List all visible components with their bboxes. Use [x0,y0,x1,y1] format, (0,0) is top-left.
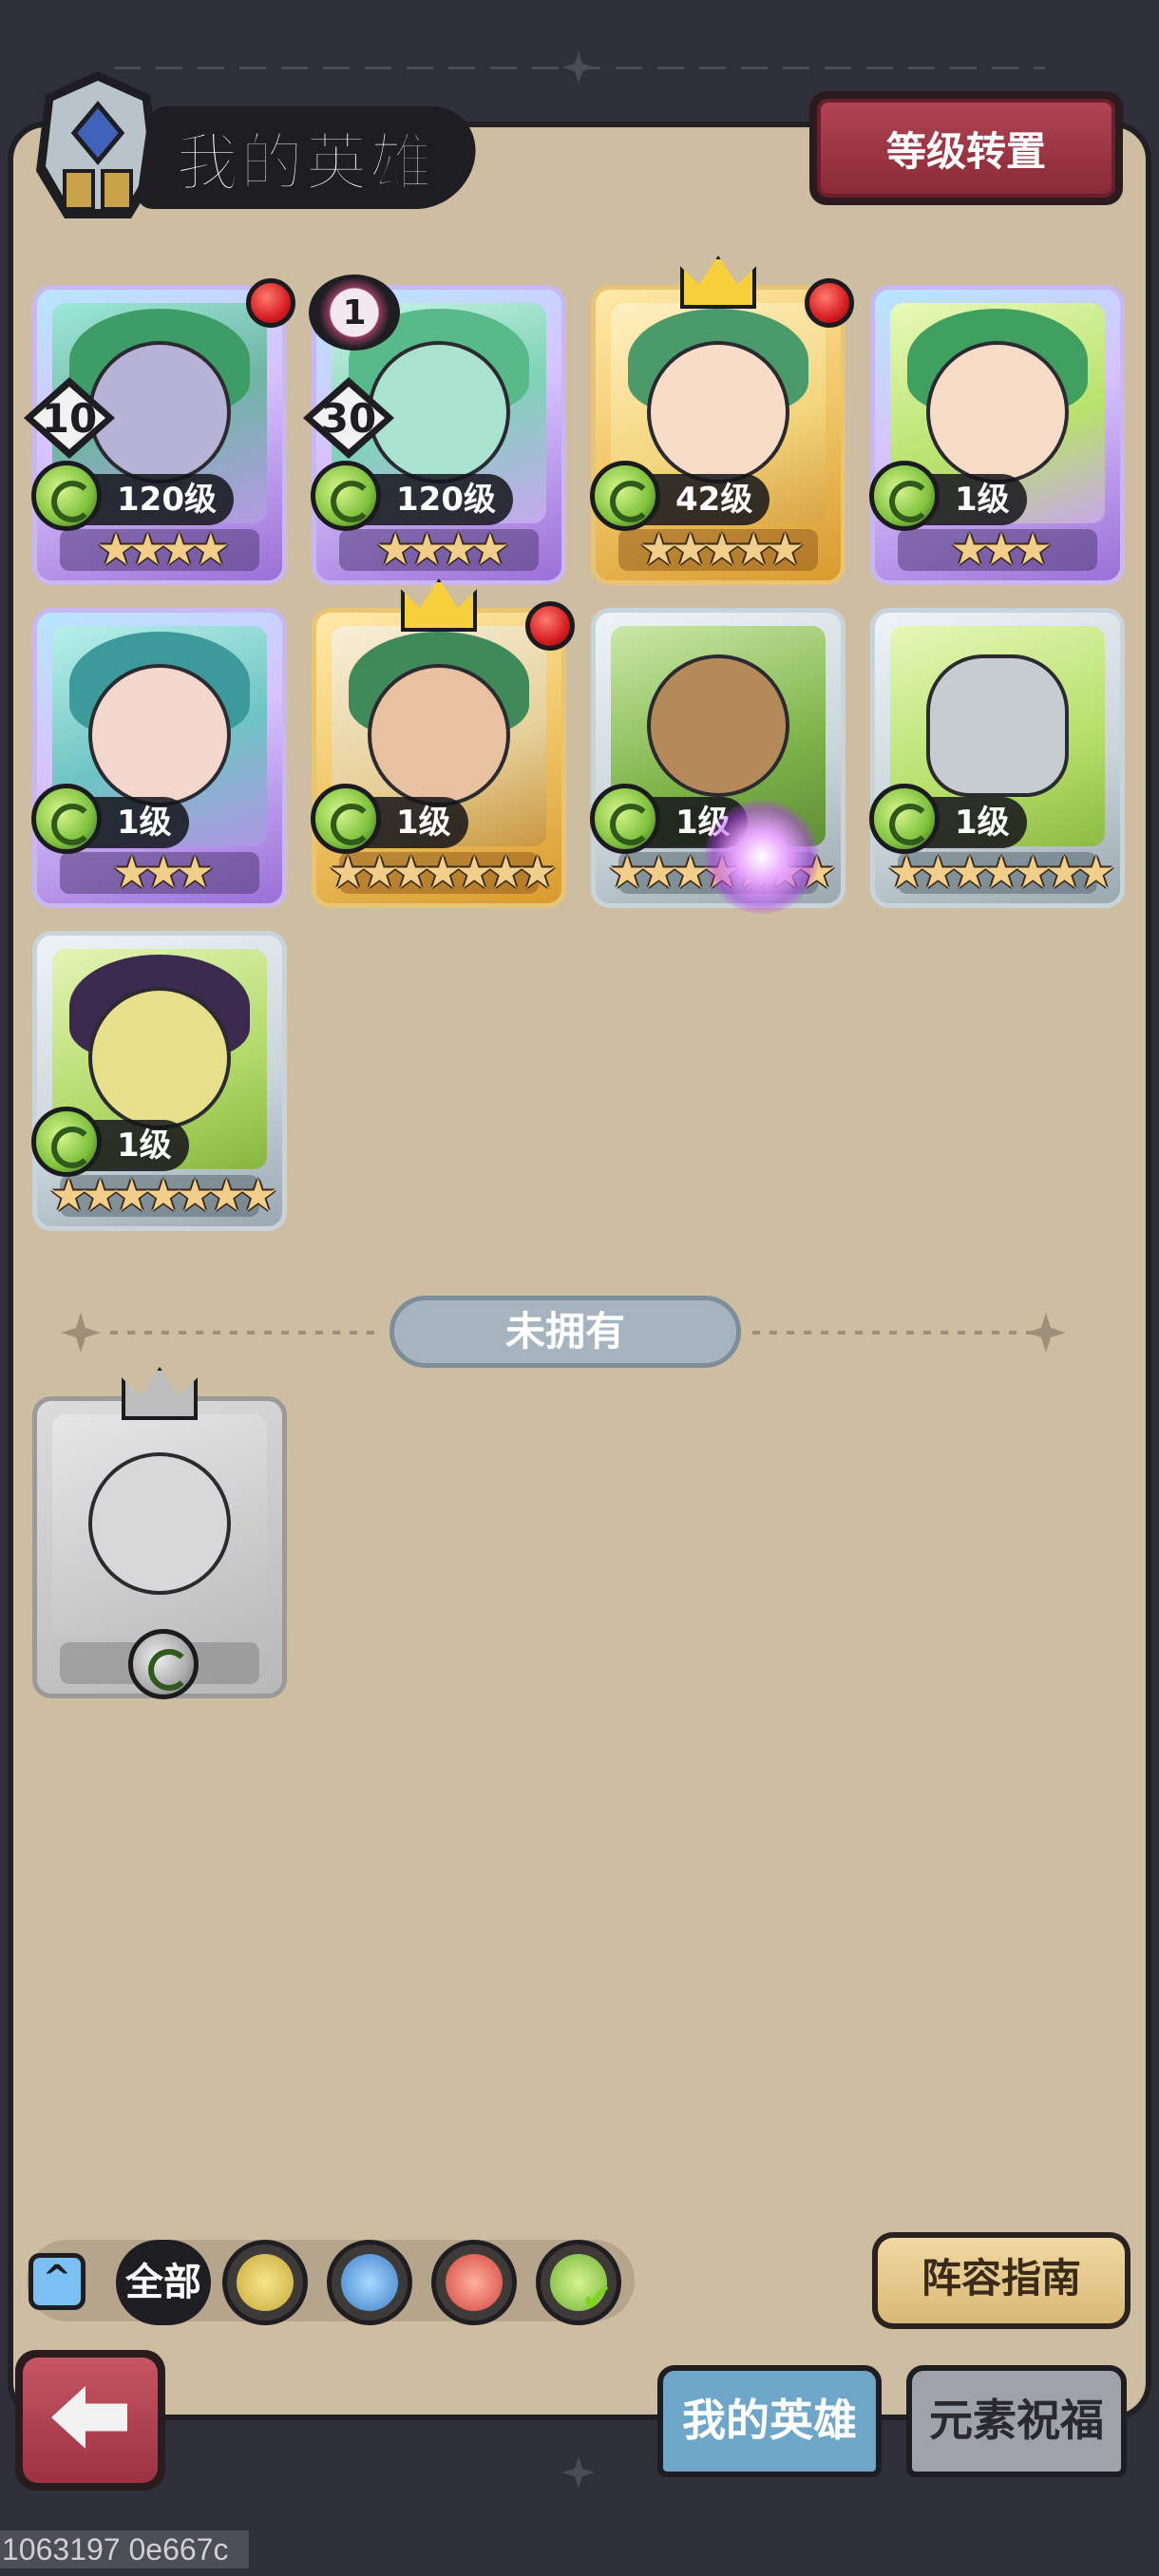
water-element-icon [341,2254,398,2311]
wind-element-icon [590,461,660,531]
wind-element-icon [869,784,940,854]
divider-line [110,1331,378,1335]
star-badge: 10 [24,377,115,459]
rank-badge: 1 [309,275,400,350]
hero-portrait [52,1414,267,1637]
filter-earth-button[interactable] [222,2240,308,2325]
hero-face [88,1452,231,1595]
back-arrow-icon [51,2386,127,2449]
star-badge: 30 [303,377,394,459]
hero-face [88,987,231,1129]
hero-card[interactable]: ★★★ 1级 [31,608,287,908]
upgrade-glow-effect [705,800,819,914]
lineup-guide-button[interactable]: 阵容指南 [872,2232,1130,2329]
watermark-text: 1063197 0e667c [0,2530,249,2568]
hero-stars: ★★★★★ [638,523,805,575]
hero-stars: ★★★★★★★ [48,1169,278,1221]
page-title: 我的英雄 [175,125,434,200]
unowned-section-label: 未拥有 [390,1296,741,1368]
filter-water-button[interactable] [327,2240,412,2325]
wind-element-icon [31,1107,102,1177]
tab-my-heroes[interactable]: 我的英雄 [657,2365,882,2477]
hero-card[interactable]: ★★★★★★★ 1级 [869,608,1125,908]
hero-face [88,664,231,806]
hero-stars: ★★★ [950,523,1053,575]
level-transfer-button[interactable]: 等级转置 [809,91,1123,205]
wind-element-icon [869,461,940,531]
back-button[interactable] [15,2350,165,2491]
wind-element-icon [311,784,381,854]
deco-star-icon [562,51,595,84]
earth-element-icon [237,2254,294,2311]
hero-stars: ★★★ [112,846,215,898]
hero-card[interactable]: ★★★★★★★ 1级 [311,578,575,908]
wind-element-icon [590,784,660,854]
tab-element-blessing[interactable]: 元素祝福 [906,2365,1127,2477]
hero-face [926,654,1069,797]
unowned-hero-card[interactable] [32,1367,287,1699]
hero-stars: ★★★★ [96,523,231,575]
hero-face [647,654,789,797]
hero-stars: ★★★★★★★ [328,846,558,898]
filter-collapse-toggle[interactable]: ^ [28,2253,86,2310]
hero-face [926,341,1069,483]
wind-element-icon [31,784,102,854]
filter-wind-button[interactable]: ✔ [536,2240,621,2325]
filter-fire-button[interactable] [431,2240,517,2325]
hero-card[interactable]: ★★★★ 120级 30 1 [303,275,566,585]
hero-face [368,664,510,806]
notification-dot [525,601,575,651]
hero-card[interactable]: ★★★★★★★ 1级 [31,931,287,1231]
hero-card[interactable]: ★★★★★ 42级 [590,256,854,585]
hero-stars: ★★★★★★★ [886,846,1116,898]
notification-dot [805,278,854,328]
filter-all-button[interactable]: 全部 [116,2240,211,2325]
wind-element-icon [31,461,102,531]
lineup-guide-label: 阵容指南 [878,2238,1125,2323]
level-transfer-label: 等级转置 [817,99,1115,198]
wind-element-icon [128,1629,199,1699]
divider-line [752,1331,1037,1335]
hero-stars: ★★★★ [375,523,510,575]
hero-face [647,341,789,483]
notification-dot [246,278,295,328]
deco-star-icon [562,2456,595,2489]
fire-element-icon [446,2254,503,2311]
selected-check-icon: ✔ [580,2277,613,2320]
wind-element-icon [311,461,381,531]
hero-card[interactable]: ★★★★ 120级 10 [24,278,295,585]
hero-card[interactable]: ★★★ 1级 [869,285,1125,585]
